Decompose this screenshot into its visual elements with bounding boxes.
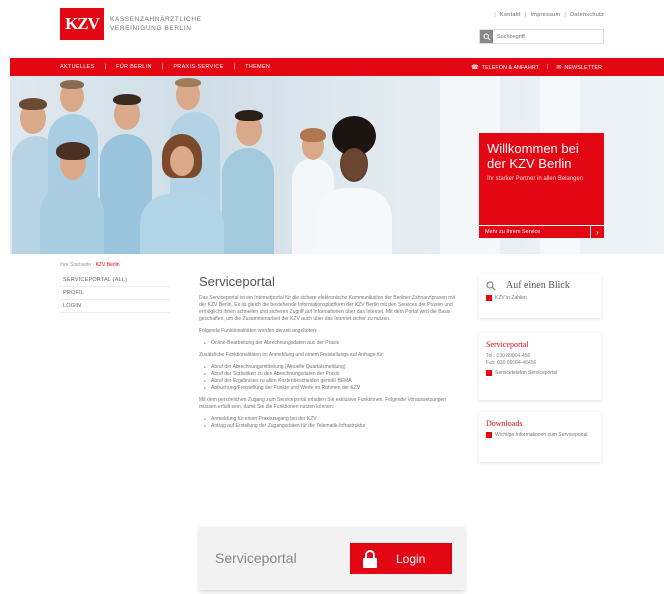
chevron-right-icon: › xyxy=(591,225,604,238)
additional-list: Abruf der Abrechnungsmitteilung (Aktuell… xyxy=(204,364,461,392)
list-item: Abbuchung/Freistellung der Punkte und We… xyxy=(204,385,461,392)
downloads-box: Downloads Wichtige Informationen zum Ser… xyxy=(479,412,601,462)
login-box: Serviceportal Login xyxy=(199,527,465,590)
welcome-title: Willkommen bei der KZV Berlin xyxy=(487,141,579,171)
nav-newsletter-link[interactable]: ✉ Newsletter xyxy=(556,64,602,71)
sub-navigation: Serviceportal (ALL) Profil Login xyxy=(60,274,170,313)
nav-item-themen[interactable]: Themen xyxy=(235,64,280,70)
requirements-list: Anmeldung für einen Praxiszugang bei der… xyxy=(204,416,461,430)
search-box xyxy=(479,29,604,44)
logo-mark: KZV xyxy=(60,8,104,40)
glance-title: Auf einen Blick xyxy=(506,280,570,291)
main-content: Serviceportal Das Serviceportal ist ein … xyxy=(199,274,461,435)
intro-paragraph: Das Serviceportal ist ein Internetportal… xyxy=(199,295,455,322)
search-icon xyxy=(482,32,491,41)
subnav-item-profil[interactable]: Profil xyxy=(60,287,170,300)
nav-item-praxis-service[interactable]: Praxis-Service xyxy=(163,64,233,70)
welcome-text: Ihr starker Partner in allen Belangen xyxy=(487,176,584,182)
main-nav: Aktuelles | Für Berlin | Praxis-Service … xyxy=(10,58,664,76)
logo-line-1: Kassenzahnärztliche xyxy=(110,16,202,23)
nav-item-fuer-berlin[interactable]: Für Berlin xyxy=(106,64,162,70)
list-item: Anmeldung für einen Praxiszugang bei der… xyxy=(204,416,461,423)
service-link[interactable]: Servicetelefon Serviceportal xyxy=(486,370,594,376)
nav-right: ☎ Telefon & Anfahrt | ✉ Newsletter xyxy=(471,64,602,71)
subnav-item-serviceportal[interactable]: Serviceportal (ALL) xyxy=(60,274,170,287)
downloads-title: Downloads xyxy=(486,419,523,428)
serviceportal-box: Serviceportal Tel.: 030 89004-456 Fax: 0… xyxy=(479,333,601,400)
nav-phone-link[interactable]: ☎ Telefon & Anfahrt xyxy=(471,64,539,71)
login-box-label: Serviceportal xyxy=(215,550,297,566)
login-button[interactable]: Login xyxy=(350,543,452,574)
welcome-panel: Willkommen bei der KZV Berlin Ihr starke… xyxy=(479,133,604,225)
logo-text: Kassenzahnärztliche Vereinigung Berlin xyxy=(110,15,202,33)
welcome-cta[interactable]: Mehr zu Ihrem Service › xyxy=(479,225,604,238)
service-fax: Fax: 030 89004-46456 xyxy=(486,359,537,366)
logo-line-2: Vereinigung Berlin xyxy=(110,25,192,32)
header: KZV Kassenzahnärztliche Vereinigung Berl… xyxy=(0,0,664,58)
service-box-title: Serviceportal xyxy=(486,340,529,349)
subnav-item-login[interactable]: Login xyxy=(60,300,170,313)
search-button[interactable] xyxy=(480,30,493,43)
page-title: Serviceportal xyxy=(199,274,275,289)
glance-link[interactable]: KZV in Zahlen xyxy=(486,295,594,301)
breadcrumb: Ihre Startseite › KZV Berlin xyxy=(60,262,120,268)
phone-icon: ☎ xyxy=(471,64,479,71)
hero-banner: Willkommen bei der KZV Berlin Ihr starke… xyxy=(10,76,664,254)
nav-item-aktuelles[interactable]: Aktuelles xyxy=(50,64,105,70)
functions-list: Online-Bearbeitung der Abrechnungsdaten … xyxy=(204,340,461,347)
list-item: Abruf der Ergebnisse zu allen Kostenbesc… xyxy=(204,378,461,385)
welcome-cta-label: Mehr zu Ihrem Service xyxy=(479,225,590,238)
breadcrumb-home[interactable]: Ihre Startseite xyxy=(60,262,91,268)
list-item: Abruf der Statistiken zu den Abrechnungs… xyxy=(204,371,461,378)
arrow-square-icon xyxy=(486,432,492,438)
arrow-square-icon xyxy=(486,295,492,301)
list-item: Antrag auf Erstellung der Zugangsdaten f… xyxy=(204,423,461,430)
arrow-square-icon xyxy=(486,370,492,376)
downloads-link[interactable]: Wichtige Informationen zum Serviceportal xyxy=(486,432,594,438)
additional-heading: Zusätzliche Funktionalitäten im Anmeldun… xyxy=(199,352,385,358)
access-paragraph: Mit dem persönlichen Zugang zum Servicep… xyxy=(199,397,447,410)
top-link-impressum[interactable]: Impressum xyxy=(530,12,560,18)
top-link-kontakt[interactable]: Kontakt xyxy=(500,12,521,18)
functions-heading: Folgende Funktionalitäten werden derzeit… xyxy=(199,328,318,334)
search-input[interactable] xyxy=(493,33,593,40)
breadcrumb-current[interactable]: KZV Berlin xyxy=(96,262,120,268)
mail-icon: ✉ xyxy=(556,64,562,71)
top-link-datenschutz[interactable]: Datenschutz xyxy=(570,12,604,18)
at-a-glance-box: Auf einen Blick KZV in Zahlen xyxy=(479,274,601,318)
magnifier-icon xyxy=(486,280,496,291)
login-button-label: Login xyxy=(396,551,426,566)
list-item: Online-Bearbeitung der Abrechnungsdaten … xyxy=(204,340,461,347)
top-links: | Kontakt | Impressum | Datenschutz xyxy=(494,12,604,18)
lock-icon xyxy=(363,549,377,568)
list-item: Abruf der Abrechnungsmitteilung (Aktuell… xyxy=(204,364,461,371)
kzv-logo[interactable]: KZV Kassenzahnärztliche Vereinigung Berl… xyxy=(60,8,202,40)
